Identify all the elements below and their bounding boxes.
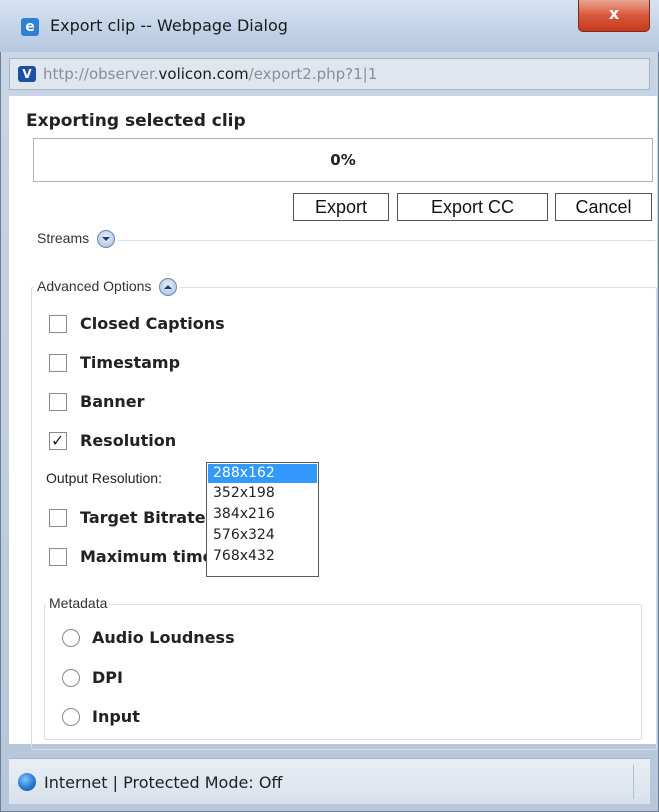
streams-legend: Streams bbox=[34, 230, 119, 249]
url-domain: volicon.com bbox=[158, 65, 249, 83]
streams-section bbox=[32, 240, 656, 260]
timestamp-label: Timestamp bbox=[80, 353, 181, 372]
window-title: Export clip -- Webpage Dialog bbox=[50, 16, 288, 35]
resolution-option[interactable]: 352x198 bbox=[207, 483, 318, 504]
banner-checkbox[interactable] bbox=[49, 393, 67, 411]
url-suffix: /export2.php?1|1 bbox=[248, 65, 378, 83]
advanced-options-legend: Advanced Options bbox=[34, 278, 181, 297]
status-bar: Internet | Protected Mode: Off bbox=[9, 758, 650, 804]
resolution-option[interactable]: 768x432 bbox=[207, 546, 318, 567]
closed-captions-label: Closed Captions bbox=[80, 314, 225, 333]
globe-icon bbox=[18, 773, 36, 791]
address-bar: V http://observer.volicon.com/export2.ph… bbox=[9, 58, 650, 90]
input-radio[interactable] bbox=[62, 708, 80, 726]
input-label: Input bbox=[92, 707, 140, 726]
target-bitrate-label: Target Bitrate bbox=[80, 508, 206, 527]
dpi-radio[interactable] bbox=[62, 669, 80, 687]
audio-loudness-radio[interactable] bbox=[62, 629, 80, 647]
audio-loudness-label: Audio Loudness bbox=[92, 628, 235, 647]
resolution-option[interactable]: 288x162 bbox=[208, 464, 317, 483]
output-resolution-listbox[interactable]: 288x162 352x198 384x216 576x324 768x432 bbox=[206, 462, 319, 577]
streams-label: Streams bbox=[37, 230, 90, 246]
target-bitrate-checkbox[interactable] bbox=[49, 509, 67, 527]
url-text: http://observer.volicon.com/export2.php?… bbox=[43, 65, 377, 83]
resolution-checkbox[interactable]: ✓ bbox=[49, 431, 67, 450]
title-bar: e Export clip -- Webpage Dialog x bbox=[0, 0, 659, 52]
status-text: Internet | Protected Mode: Off bbox=[44, 773, 283, 792]
export-cc-button[interactable]: Export CC bbox=[397, 193, 548, 221]
url-prefix: http://observer. bbox=[43, 65, 159, 83]
status-divider bbox=[633, 765, 634, 799]
progress-text: 0% bbox=[330, 151, 356, 169]
page-title: Exporting selected clip bbox=[26, 111, 246, 131]
checkmark-icon: ✓ bbox=[51, 431, 65, 450]
advanced-options-label: Advanced Options bbox=[37, 278, 152, 294]
resolution-label: Resolution bbox=[80, 431, 177, 450]
ie-icon: e bbox=[21, 18, 39, 36]
output-resolution-label: Output Resolution: bbox=[46, 470, 162, 486]
maximum-time-checkbox[interactable] bbox=[49, 548, 67, 566]
site-favicon-icon: V bbox=[18, 66, 36, 82]
closed-captions-checkbox[interactable] bbox=[49, 315, 67, 333]
timestamp-checkbox[interactable] bbox=[49, 354, 67, 372]
resolution-option[interactable]: 384x216 bbox=[207, 504, 318, 525]
expand-streams-icon[interactable] bbox=[97, 230, 116, 249]
cancel-button[interactable]: Cancel bbox=[555, 193, 652, 221]
resolution-option[interactable]: 576x324 bbox=[207, 525, 318, 546]
dpi-label: DPI bbox=[92, 668, 123, 687]
export-button[interactable]: Export bbox=[293, 193, 389, 221]
progress-bar: 0% bbox=[33, 138, 653, 182]
metadata-legend: Metadata bbox=[46, 595, 111, 611]
close-button[interactable]: x bbox=[578, 0, 650, 32]
collapse-advanced-icon[interactable] bbox=[159, 278, 178, 297]
banner-label: Banner bbox=[80, 392, 145, 411]
maximum-time-label: Maximum time bbox=[80, 547, 214, 566]
